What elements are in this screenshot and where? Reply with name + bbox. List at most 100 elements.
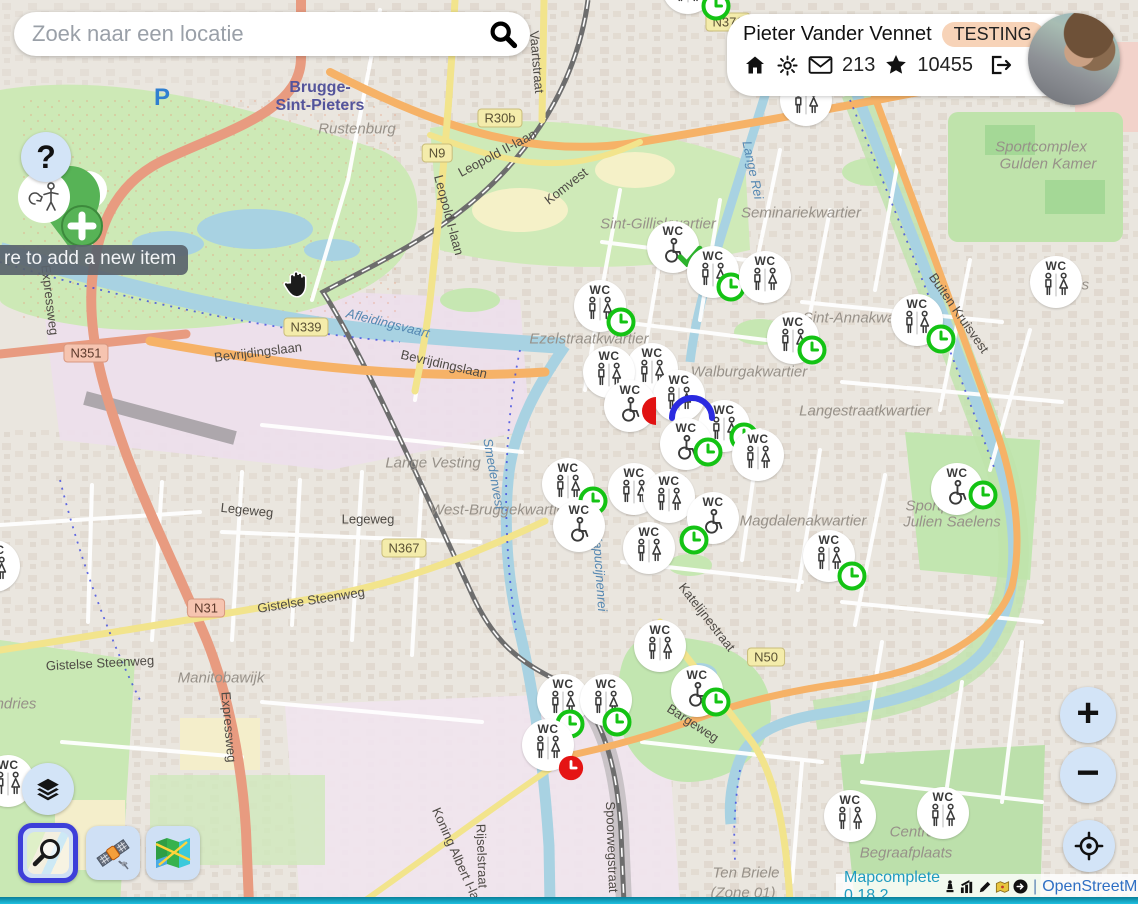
avatar[interactable] bbox=[1028, 13, 1120, 105]
messages-envelope-icon[interactable] bbox=[808, 55, 833, 75]
male-female-icon bbox=[776, 328, 810, 354]
wc-marker-label: WC bbox=[933, 791, 954, 803]
folded-map-icon bbox=[153, 836, 193, 870]
wc-marker-wheelchair[interactable]: WC bbox=[553, 500, 605, 552]
logout-icon[interactable] bbox=[988, 53, 1013, 77]
male-female-icon bbox=[632, 538, 666, 564]
user-panel[interactable]: Pieter Vander Vennet TESTING 213 10455 bbox=[727, 14, 1079, 96]
layers-button[interactable] bbox=[22, 763, 74, 815]
wc-marker-label: WC bbox=[783, 316, 804, 328]
wc-marker-label: WC bbox=[659, 475, 680, 487]
user-stats-row: 213 10455 bbox=[743, 53, 1065, 77]
location-search-bar[interactable] bbox=[14, 12, 530, 56]
wc-marker-mf[interactable]: WC bbox=[574, 280, 626, 332]
help-button[interactable]: ? bbox=[21, 132, 71, 182]
help-label: ? bbox=[36, 139, 56, 176]
wc-marker-label: WC bbox=[703, 250, 724, 262]
wc-marker-mf[interactable]: WC bbox=[917, 787, 969, 839]
wc-marker-label: WC bbox=[599, 350, 620, 362]
male-female-icon bbox=[662, 386, 696, 412]
wc-marker-label: WC bbox=[840, 794, 861, 806]
wc-marker-mf[interactable]: WC bbox=[623, 522, 675, 574]
geolocate-button[interactable] bbox=[1063, 820, 1115, 872]
contributor-statue-icon[interactable] bbox=[943, 879, 957, 894]
male-female-icon bbox=[589, 690, 623, 716]
osm-thumbnail bbox=[27, 832, 69, 874]
message-count: 213 bbox=[842, 54, 875, 77]
wc-marker-wheelchair[interactable]: WC bbox=[660, 418, 712, 470]
stats-icon[interactable] bbox=[960, 879, 975, 894]
wc-marker-mf[interactable]: WC bbox=[687, 246, 739, 298]
wheelchair-icon bbox=[659, 237, 687, 265]
hand-cursor-icon bbox=[282, 266, 314, 302]
home-icon[interactable] bbox=[743, 53, 767, 77]
wc-marker-mf[interactable]: WC bbox=[1030, 256, 1082, 308]
male-female-icon bbox=[583, 296, 617, 322]
wc-marker-label: WC bbox=[703, 496, 724, 508]
wc-marker-label: WC bbox=[596, 678, 617, 690]
basemap-satellite-button[interactable] bbox=[86, 826, 140, 880]
wc-marker-label: WC bbox=[650, 624, 671, 636]
basemap-map-button[interactable] bbox=[146, 826, 200, 880]
zoom-out-button[interactable]: − bbox=[1060, 747, 1116, 803]
wheelchair-icon bbox=[672, 434, 700, 462]
attribution-separator: | bbox=[1033, 878, 1037, 896]
wc-marker-wheelchair[interactable]: WC bbox=[931, 463, 983, 515]
wc-marker-label: WC bbox=[590, 284, 611, 296]
wc-marker-wheelchair[interactable]: WC bbox=[671, 665, 723, 717]
wc-marker-wheelchair[interactable]: WC bbox=[604, 380, 656, 432]
settings-gear-icon[interactable] bbox=[776, 54, 799, 77]
wc-marker-label: WC bbox=[569, 504, 590, 516]
wc-marker-label: WC bbox=[553, 678, 574, 690]
basemap-osm-button[interactable] bbox=[18, 823, 78, 883]
search-icon[interactable] bbox=[488, 19, 518, 49]
wc-marker-label: WC bbox=[748, 433, 769, 445]
wc-marker-mf[interactable]: WC bbox=[891, 294, 943, 346]
wheelchair-icon bbox=[699, 508, 727, 536]
wc-marker-label: WC bbox=[907, 298, 928, 310]
male-female-icon bbox=[833, 806, 867, 832]
changeset-count: 10455 bbox=[917, 54, 973, 77]
wheelchair-icon bbox=[565, 516, 593, 544]
map-canvas[interactable] bbox=[0, 0, 1138, 904]
male-female-icon bbox=[748, 267, 782, 293]
wc-marker-mf[interactable]: WC bbox=[767, 312, 819, 364]
wc-marker-mf[interactable]: WC bbox=[824, 790, 876, 842]
wc-marker-mf[interactable]: WC bbox=[580, 674, 632, 726]
male-female-icon bbox=[900, 310, 934, 336]
wc-marker-label: WC bbox=[642, 347, 663, 359]
mapcomplete-app: Brugge-Sint-PietersRustenburgSint-Gillis… bbox=[0, 0, 1138, 904]
wc-marker-label: WC bbox=[676, 422, 697, 434]
wc-marker-mf[interactable]: WC bbox=[522, 719, 574, 771]
wc-marker-wheelchair[interactable]: WC bbox=[687, 492, 739, 544]
zoom-in-label: + bbox=[1076, 693, 1099, 733]
male-female-icon bbox=[926, 803, 960, 829]
wc-marker-label: WC bbox=[639, 526, 660, 538]
crosshair-icon bbox=[1074, 831, 1104, 861]
wc-marker-mf[interactable]: WC bbox=[732, 429, 784, 481]
wheelchair-icon bbox=[943, 479, 971, 507]
community-link-icon[interactable] bbox=[1013, 879, 1028, 894]
wc-marker-label: WC bbox=[714, 404, 735, 416]
wc-marker-label: WC bbox=[663, 225, 684, 237]
wc-marker-label: WC bbox=[947, 467, 968, 479]
testing-badge: TESTING bbox=[942, 22, 1044, 47]
edit-pencil-icon[interactable] bbox=[978, 880, 992, 894]
user-identity-row: Pieter Vander Vennet TESTING bbox=[743, 22, 1065, 47]
magnifier-icon bbox=[31, 836, 65, 870]
attribution-bar: Mapcomplete 0.18.2 | OpenStreetMap bbox=[836, 874, 1138, 899]
male-female-icon bbox=[671, 0, 705, 4]
wc-marker-label: WC bbox=[819, 534, 840, 546]
josm-map-icon[interactable] bbox=[995, 880, 1010, 894]
openstreetmap-link[interactable]: OpenStreetMap bbox=[1042, 878, 1138, 896]
male-female-icon bbox=[812, 546, 846, 572]
wc-marker-mf[interactable]: WC bbox=[803, 530, 855, 582]
wc-marker-mf[interactable]: WC bbox=[634, 620, 686, 672]
male-female-icon bbox=[1039, 272, 1073, 298]
wc-marker-label: WC bbox=[538, 723, 559, 735]
zoom-in-button[interactable]: + bbox=[1060, 687, 1116, 743]
search-input[interactable] bbox=[14, 21, 488, 47]
male-female-icon bbox=[707, 416, 741, 442]
wc-marker-mf[interactable]: WC bbox=[739, 251, 791, 303]
wc-marker-mf[interactable]: WC bbox=[653, 370, 705, 422]
